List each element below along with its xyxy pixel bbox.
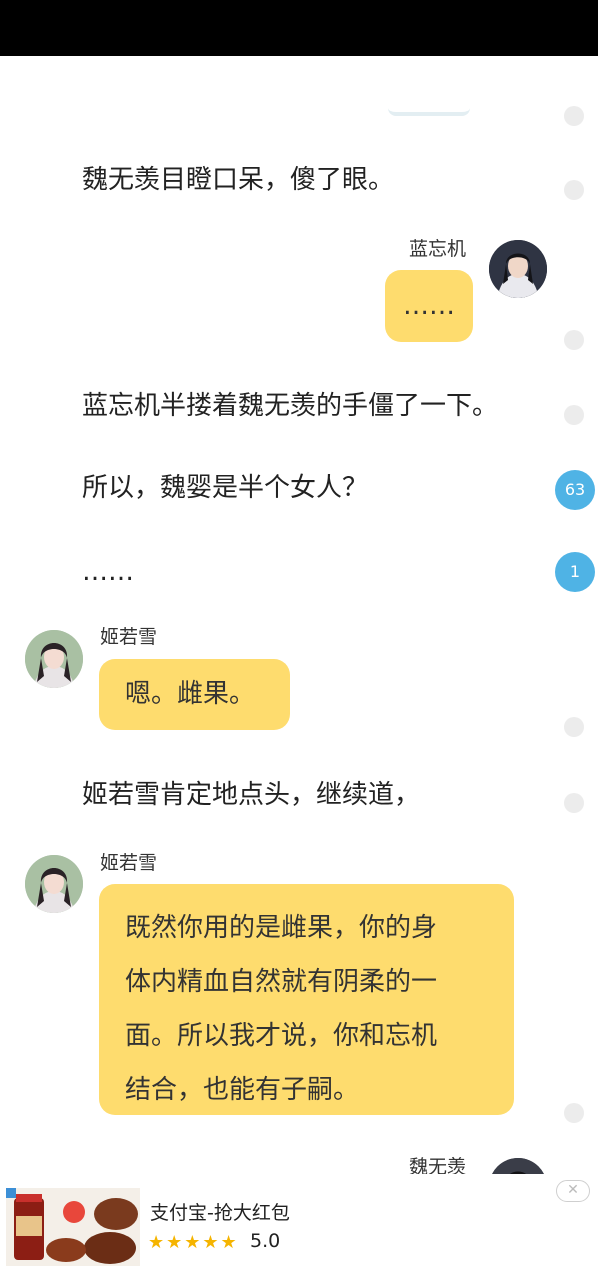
comment-dot[interactable] <box>564 180 584 200</box>
bubble-text-line: 结合，也能有子嗣。 <box>125 1075 360 1105</box>
status-bar <box>0 0 598 56</box>
close-icon[interactable]: ✕ <box>556 1180 590 1202</box>
comment-dot[interactable] <box>564 793 584 813</box>
bubble-text-line: 体内精血自然就有阴柔的一 <box>125 967 438 997</box>
narration-line: …… <box>82 557 134 587</box>
avatar-portrait <box>489 1158 547 1174</box>
speaker-name: 蓝忘机 <box>409 238 467 260</box>
narration-line: 姬若雪肯定地点头，继续道， <box>82 780 421 810</box>
narration-line: 所以，魏婴是半个女人？ <box>82 473 369 503</box>
bubble-text-line: 面。所以我才说，你和忘机 <box>125 1021 438 1051</box>
speaker-name: 魏无羡 <box>409 1156 467 1174</box>
avatar-ji-ruoxue[interactable] <box>25 630 83 688</box>
chat-bubble-ji-ruoxue-long: 既然你用的是雌果，你的身 体内精血自然就有阴柔的一 面。所以我才说，你和忘机 结… <box>99 884 514 1115</box>
avatar-lan-wangji[interactable] <box>489 240 547 298</box>
chat-bubble-ji-ruoxue: 嗯。雌果。 <box>99 659 290 730</box>
comment-dot[interactable] <box>564 1103 584 1123</box>
previous-bubble-edge <box>388 108 470 116</box>
comment-dot[interactable] <box>564 330 584 350</box>
ad-star-rating: ★★★★★ <box>148 1232 239 1253</box>
bubble-text-line: 既然你用的是雌果，你的身 <box>125 913 438 943</box>
comment-dot[interactable] <box>564 106 584 126</box>
chat-story-content[interactable]: 魏无羡目瞪口呆，傻了眼。 蓝忘机 …… 蓝忘机半搂着魏无羡的手僵了一下。 所以，… <box>0 56 598 1174</box>
ad-product-image[interactable] <box>6 1188 140 1266</box>
avatar-ji-ruoxue[interactable] <box>25 855 83 913</box>
speaker-name: 姬若雪 <box>100 626 158 648</box>
chat-bubble-lan-wangji: …… <box>385 270 473 342</box>
avatar-wei-wuxian[interactable] <box>489 1158 547 1174</box>
speaker-name: 姬若雪 <box>100 852 158 874</box>
ad-product-photo <box>6 1188 140 1266</box>
ad-title[interactable]: 支付宝-抢大红包 <box>150 1198 290 1225</box>
comment-count-badge[interactable]: 63 <box>555 470 595 510</box>
ad-rating-value: 5.0 <box>250 1230 281 1252</box>
narration-line: 魏无羡目瞪口呆，傻了眼。 <box>82 165 395 195</box>
avatar-portrait <box>25 855 83 913</box>
avatar-portrait <box>25 630 83 688</box>
comment-dot[interactable] <box>564 717 584 737</box>
comment-count-badge[interactable]: 1 <box>555 552 595 592</box>
comment-dot[interactable] <box>564 405 584 425</box>
avatar-portrait <box>489 240 547 298</box>
ad-banner[interactable]: 支付宝-抢大红包 ★★★★★ 5.0 ✕ <box>0 1174 598 1280</box>
narration-line: 蓝忘机半搂着魏无羡的手僵了一下。 <box>82 391 499 421</box>
